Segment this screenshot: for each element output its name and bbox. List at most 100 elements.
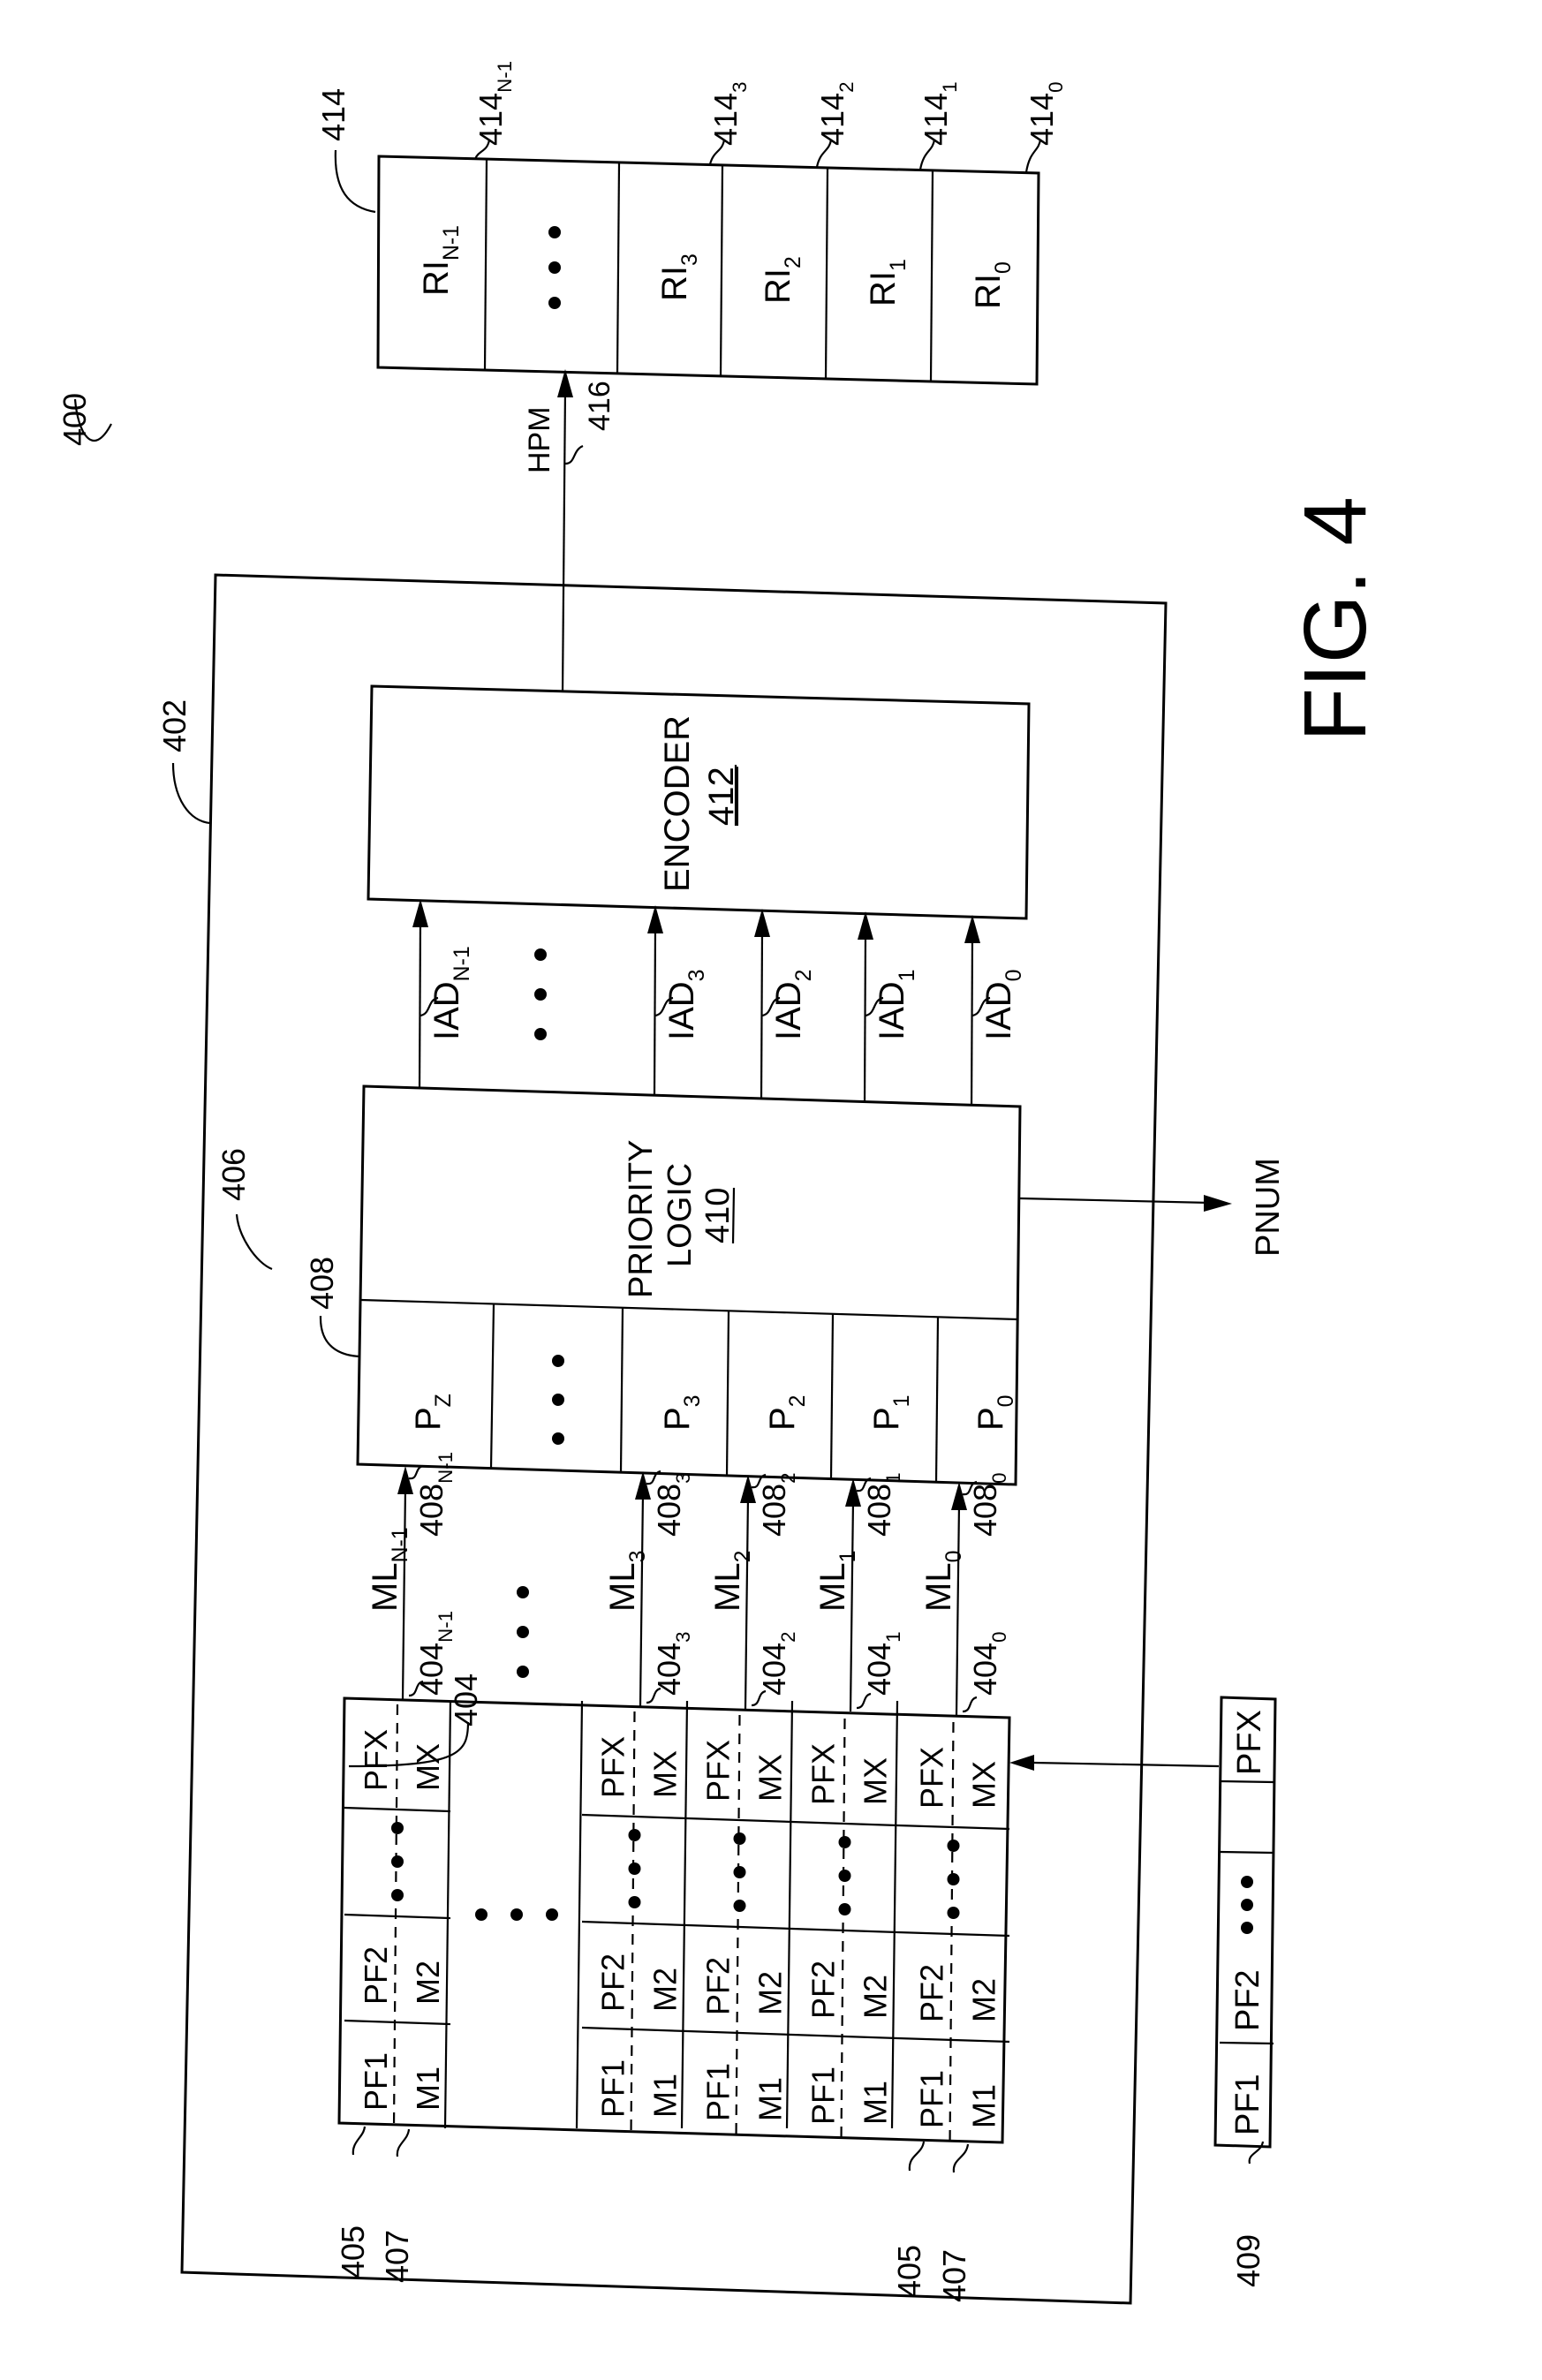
cam-mask-3-2: MX	[752, 1754, 789, 1802]
cam-mask-0-2: MX	[410, 1743, 446, 1791]
cam-prefix-3-2: PFX	[700, 1740, 737, 1802]
leader-402	[171, 762, 211, 825]
ml-label-1: ML3	[603, 1551, 650, 1612]
priority-logic-line2: LOGIC	[661, 1163, 699, 1267]
leader-414	[334, 149, 376, 214]
iad-label-3: IAD1	[873, 970, 919, 1040]
cam-prefix-2-0: PF1	[595, 2059, 631, 2118]
pnum-label: PNUM	[1250, 1158, 1287, 1257]
ml-label-3: ML1	[813, 1551, 860, 1612]
cam-prefix-0-0: PF1	[358, 2052, 394, 2111]
cam-prefix-0-1: PF2	[358, 1946, 394, 2005]
ref-404-sub-1: 4043	[651, 1632, 694, 1696]
leader-405-left	[351, 2126, 367, 2156]
cam-mask-2-1: M2	[647, 1968, 684, 2012]
cam-prefix-0-2: PFX	[358, 1729, 394, 1791]
cam-prefix-2-1: PF2	[595, 1953, 631, 2012]
search-key-pf2: PF2	[1229, 1969, 1266, 2031]
iad-label-1: IAD3	[662, 970, 709, 1040]
cam-mask-4-0: M1	[858, 2081, 894, 2125]
ref-404-sub-4: 4040	[967, 1632, 1010, 1696]
ref-409: 409	[1230, 2234, 1266, 2287]
ref-406: 406	[215, 1148, 252, 1201]
pnum-line	[1019, 1197, 1211, 1205]
cam-mask-5-0: M1	[966, 2084, 1002, 2128]
leader-404-sub	[962, 1696, 978, 1713]
priority-logic-ref-underline	[731, 1187, 736, 1244]
cam-mask-3-0: M1	[752, 2077, 789, 2121]
cam-prefix-2-2: PFX	[595, 1736, 631, 1798]
ml-label-2: ML2	[708, 1551, 755, 1612]
search-key-ellipsis	[1241, 1876, 1253, 1934]
ref-407-right: 407	[936, 2249, 972, 2302]
ref-407-left: 407	[379, 2230, 415, 2283]
ref-408-sub-2: 4082	[756, 1473, 799, 1538]
cam-prefix-3-1: PF2	[700, 1957, 737, 2015]
ml-ellipsis	[517, 1586, 529, 1678]
ref-405-left: 405	[335, 2225, 371, 2278]
cam-prefix-4-1: PF2	[805, 1961, 842, 2019]
search-key-divider	[1219, 1779, 1274, 1784]
search-key-line	[1032, 1761, 1220, 1768]
ml-label-4: ML0	[919, 1551, 966, 1612]
cam-array: PFX MX PF2 M2 PF1 M1 PFX MX PF2 M2 PF1 M1 PFX MX PF2 M2…	[337, 1696, 1011, 2147]
patent-figure-4: FIG. 4 400 414 RIN-1RI3RI2RI1RI0 414N-14…	[57, 61, 1385, 2305]
ref-414-sub-3: 4142	[814, 82, 858, 147]
cam-prefix-5-2: PFX	[914, 1747, 950, 1809]
cam-prefix-5-0: PF1	[914, 2070, 950, 2128]
search-key: PFX PF2 PF1	[1213, 1696, 1277, 2149]
cam-mask-2-2: MX	[647, 1750, 684, 1798]
cam-mask-5-1: M2	[966, 1978, 1002, 2022]
cam-prefix-4-0: PF1	[805, 2066, 842, 2125]
figure-title: FIG. 4	[1286, 496, 1385, 742]
cam-mask-3-1: M2	[752, 1971, 789, 2015]
ref-416: 416	[583, 381, 616, 431]
priority-logic-ref: 410	[699, 1188, 737, 1243]
encoder-box	[367, 684, 1031, 920]
ref-408-sub-1: 4083	[651, 1473, 694, 1538]
cam-prefix-5-1: PF2	[914, 1964, 950, 2022]
encoder-name: ENCODER	[658, 715, 697, 892]
iad-label-0: IADN-1	[427, 946, 474, 1040]
ref-414-sub-5: 4140	[1024, 82, 1067, 147]
cam-mask-0-0: M1	[410, 2066, 446, 2111]
iad-line-3	[858, 911, 873, 1107]
leader-408-sub	[408, 1464, 424, 1480]
cam-prefix-4-2: PFX	[805, 1743, 842, 1805]
ref-402: 402	[156, 699, 193, 752]
iad-label-4: IAD0	[979, 970, 1026, 1040]
search-key-pfx: PFX	[1231, 1710, 1268, 1775]
pnum-arrowhead	[1204, 1195, 1232, 1212]
ref-414: 414	[315, 88, 351, 141]
iad-line-2	[754, 909, 770, 1102]
ref-404-sub-2: 4042	[756, 1632, 799, 1696]
ref-404-sub-3: 4041	[861, 1632, 904, 1696]
leader-408	[319, 1315, 361, 1358]
cam-mask-2-0: M1	[647, 2074, 684, 2118]
ml-label-0: MLN-1	[366, 1527, 412, 1612]
leader-416	[564, 444, 584, 465]
iad-label-2: IAD2	[769, 970, 816, 1040]
iad-line-1	[647, 905, 663, 1097]
leader-406	[235, 1213, 273, 1271]
ref-408: 408	[304, 1257, 340, 1310]
leader-407-left	[396, 2128, 411, 2157]
search-key-divider	[1219, 2041, 1274, 2045]
iad-line-0	[412, 899, 428, 1092]
search-key-divider	[1219, 1850, 1274, 1855]
hpm-label: HPM	[523, 406, 556, 473]
leader-405-right	[908, 2141, 926, 2172]
search-key-arrowhead	[1009, 1755, 1034, 1771]
cam-mask-5-2: MX	[966, 1761, 1002, 1809]
ref-408-sub-3: 4081	[861, 1473, 904, 1538]
ref-414-sub-2: 4143	[707, 82, 751, 147]
cam-mask-0-1: M2	[410, 1961, 446, 2005]
ref-414-sub-0: 414N-1	[472, 61, 516, 146]
ref-414-sub-4: 4141	[918, 82, 961, 147]
cam-mask-4-1: M2	[858, 1975, 894, 2019]
search-key-pf1: PF1	[1229, 2074, 1266, 2135]
iad-ellipsis	[534, 948, 547, 1040]
ref-404: 404	[448, 1674, 484, 1726]
priority-logic-line1: PRIORITY	[623, 1140, 660, 1298]
route-info-table	[376, 155, 1040, 386]
